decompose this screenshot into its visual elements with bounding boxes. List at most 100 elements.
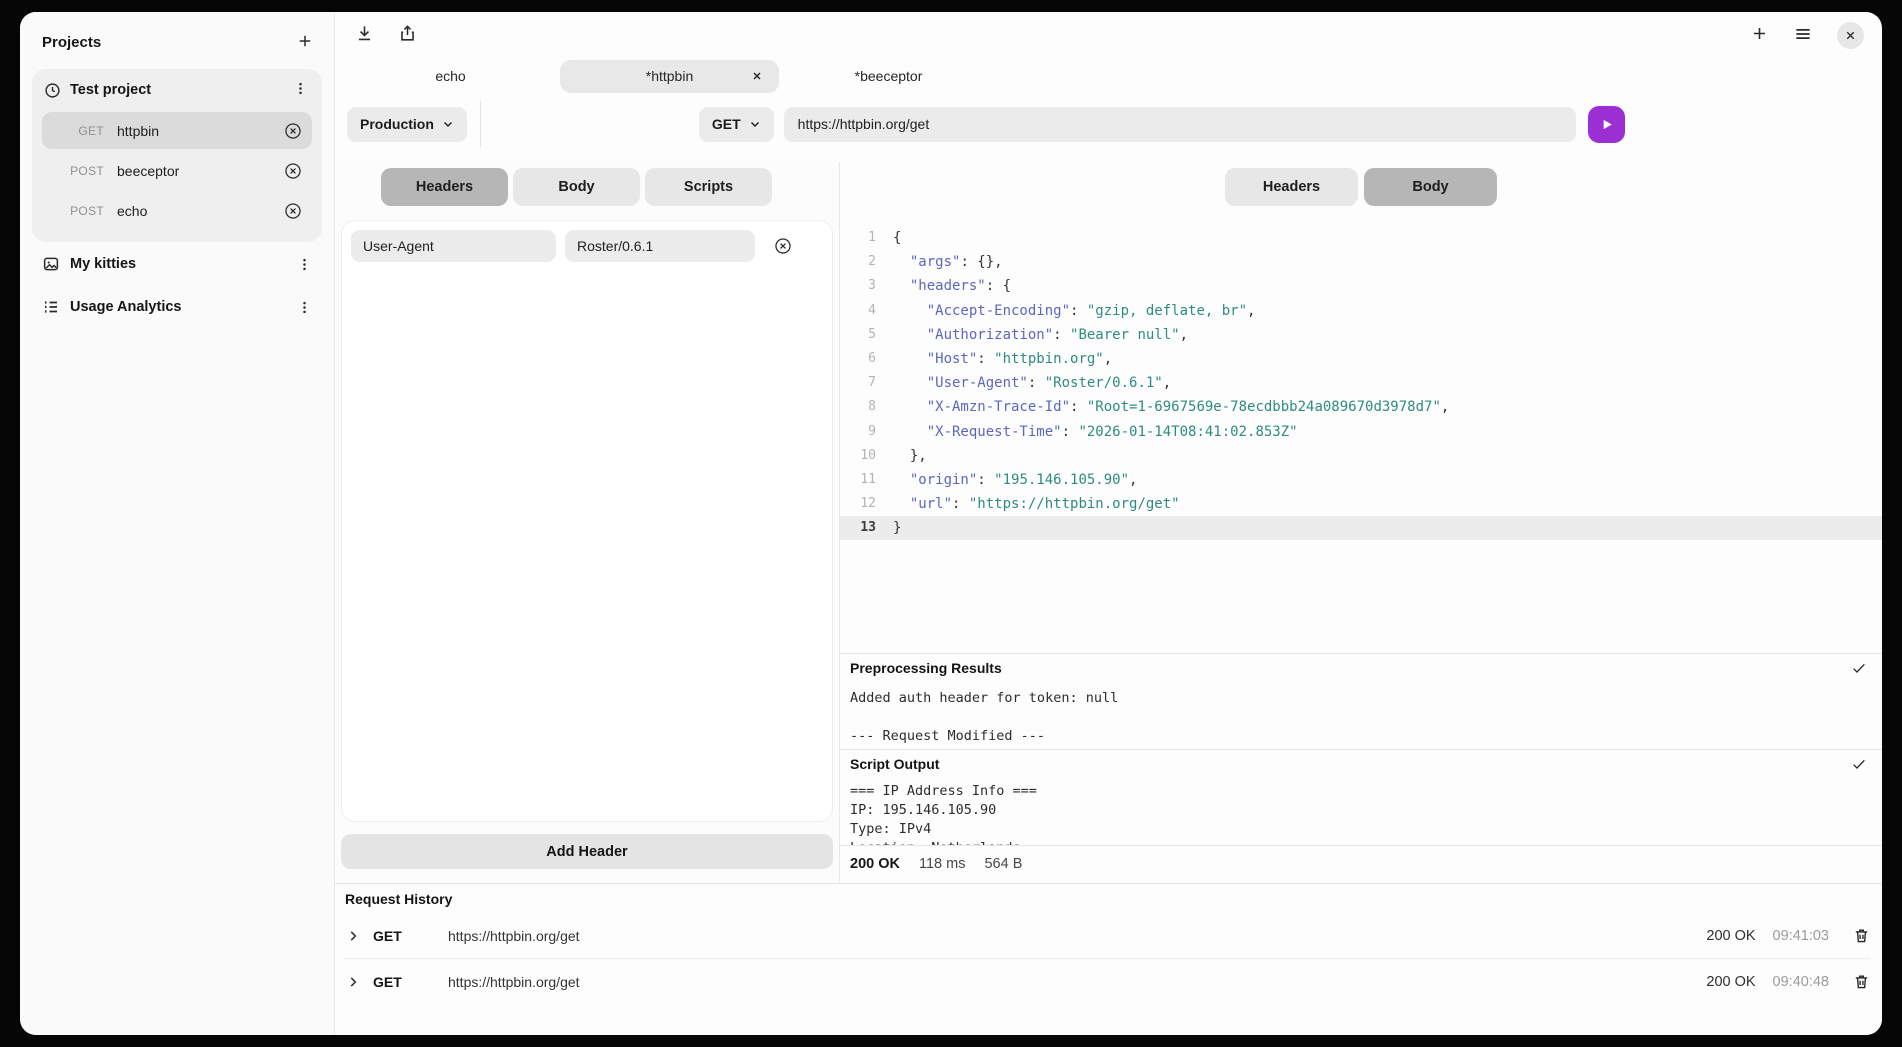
code-line: 7 "User-Agent": "Roster/0.6.1", (840, 371, 1882, 395)
headers-card (341, 220, 833, 822)
line-number: 12 (840, 492, 876, 516)
close-icon (1844, 29, 1857, 42)
sidebar-item-echo[interactable]: POSTecho (42, 192, 312, 229)
response-body-viewer[interactable]: 1{2 "args": {},3 "headers": {4 "Accept-E… (840, 222, 1882, 653)
kebab-icon (297, 257, 312, 272)
line-number: 5 (840, 323, 876, 347)
status-code: 200 OK (850, 856, 900, 872)
line-number: 11 (840, 468, 876, 492)
method-select[interactable]: GET (699, 107, 774, 142)
chevron-down-icon (749, 118, 761, 130)
status-size: 564 B (984, 856, 1022, 872)
chevron-right-icon[interactable] (346, 929, 360, 943)
delete-history-button[interactable] (1853, 927, 1870, 944)
sidebar-section-label: My kitties (70, 256, 287, 272)
tab-echo[interactable]: echo (341, 60, 560, 93)
add-header-button[interactable]: Add Header (341, 834, 833, 869)
code-text: "Authorization": "Bearer null", (876, 323, 1188, 347)
code-text: "origin": "195.146.105.90", (876, 468, 1137, 492)
sidebar-item-beeceptor[interactable]: POSTbeeceptor (42, 152, 312, 189)
request-history-title: Request History (343, 891, 1870, 913)
response-tab-headers[interactable]: Headers (1225, 168, 1358, 206)
tab-label: *httpbin (646, 68, 693, 84)
section-menu-button[interactable] (297, 300, 312, 315)
history-method: GET (373, 974, 417, 990)
status-time: 118 ms (919, 856, 965, 872)
project-menu-button[interactable] (293, 81, 308, 99)
code-text: "X-Request-Time": "2026-01-14T08:41:02.8… (876, 420, 1298, 444)
close-tab-icon[interactable] (751, 69, 763, 85)
history-time: 09:40:48 (1773, 974, 1829, 990)
project-name[interactable]: Test project (70, 82, 284, 98)
request-name: beeceptor (117, 163, 284, 179)
sidebar-item-httpbin[interactable]: GEThttpbin (42, 112, 312, 149)
header-value-input[interactable] (565, 230, 755, 262)
chevron-right-icon[interactable] (346, 975, 360, 989)
request-tab-headers[interactable]: Headers (381, 168, 508, 206)
history-method: GET (373, 928, 417, 944)
header-key-input[interactable] (351, 230, 556, 262)
download-icon (355, 24, 374, 46)
close-window-button[interactable] (1837, 22, 1864, 49)
line-number: 7 (840, 371, 876, 395)
add-project-button[interactable] (296, 32, 314, 53)
image-icon (42, 255, 60, 273)
url-input[interactable] (784, 107, 1576, 142)
history-row[interactable]: GEThttps://httpbin.org/get200 OK09:40:48 (343, 958, 1870, 1004)
tab-httpbin[interactable]: *httpbin (560, 60, 779, 93)
code-line: 10 }, (840, 444, 1882, 468)
section-menu-button[interactable] (297, 257, 312, 272)
tab-label: *beeceptor (855, 68, 923, 84)
sidebar-section-label: Usage Analytics (70, 299, 287, 315)
remove-request-button[interactable] (284, 162, 302, 180)
line-number: 8 (840, 395, 876, 419)
code-text: } (876, 516, 901, 540)
code-text: "args": {}, (876, 250, 1003, 274)
download-button[interactable] (355, 24, 374, 46)
code-line: 2 "args": {}, (840, 250, 1882, 274)
sidebar-section-usage-analytics[interactable]: Usage Analytics (32, 285, 322, 328)
code-line: 1{ (840, 226, 1882, 250)
app-window: Projects Test project GEThttpbinPOSTb (20, 12, 1882, 1035)
kebab-icon (293, 81, 308, 99)
menu-button[interactable] (1793, 24, 1813, 47)
delete-history-button[interactable] (1853, 973, 1870, 990)
play-icon (1598, 116, 1615, 133)
list-icon (42, 298, 60, 316)
request-history: Request History GEThttps://httpbin.org/g… (335, 883, 1882, 1035)
new-tab-button[interactable] (1750, 24, 1769, 46)
code-text: "url": "https://httpbin.org/get" (876, 492, 1180, 516)
history-rows: GEThttps://httpbin.org/get200 OK09:41:03… (343, 913, 1870, 1004)
tab-beeceptor[interactable]: *beeceptor (779, 60, 998, 93)
code-line: 13} (840, 516, 1882, 540)
environment-select[interactable]: Production (347, 107, 467, 142)
remove-header-button[interactable] (774, 237, 792, 255)
tab-label: echo (435, 68, 465, 84)
code-line: 4 "Accept-Encoding": "gzip, deflate, br"… (840, 299, 1882, 323)
code-text: "X-Amzn-Trace-Id": "Root=1-6967569e-78ec… (876, 395, 1449, 419)
remove-circle-icon (284, 202, 302, 220)
content-area: HeadersBodyScripts Add Header HeadersBod… (335, 162, 1882, 883)
remove-request-button[interactable] (284, 122, 302, 140)
line-number: 4 (840, 299, 876, 323)
script-output-section-header: Script Output (840, 749, 1882, 777)
history-time: 09:41:03 (1773, 928, 1829, 944)
response-tab-body[interactable]: Body (1364, 168, 1497, 206)
code-line: 9 "X-Request-Time": "2026-01-14T08:41:02… (840, 420, 1882, 444)
history-status: 200 OK (1706, 928, 1755, 944)
clock-icon (44, 82, 61, 99)
line-number: 13 (840, 516, 876, 540)
method-label: GET (712, 116, 741, 132)
history-row[interactable]: GEThttps://httpbin.org/get200 OK09:41:03 (343, 913, 1870, 958)
share-button[interactable] (398, 24, 417, 46)
hamburger-menu-icon (1793, 24, 1813, 47)
request-tab-body[interactable]: Body (513, 168, 640, 206)
document-tabs: echo *httpbin *beeceptor (335, 58, 1882, 94)
request-tab-scripts[interactable]: Scripts (645, 168, 772, 206)
send-request-button[interactable] (1588, 106, 1625, 143)
preprocessing-section-header: Preprocessing Results (840, 653, 1882, 681)
remove-circle-icon (774, 237, 792, 255)
sidebar-section-my-kitties[interactable]: My kitties (32, 242, 322, 285)
remove-request-button[interactable] (284, 202, 302, 220)
line-number: 3 (840, 274, 876, 298)
